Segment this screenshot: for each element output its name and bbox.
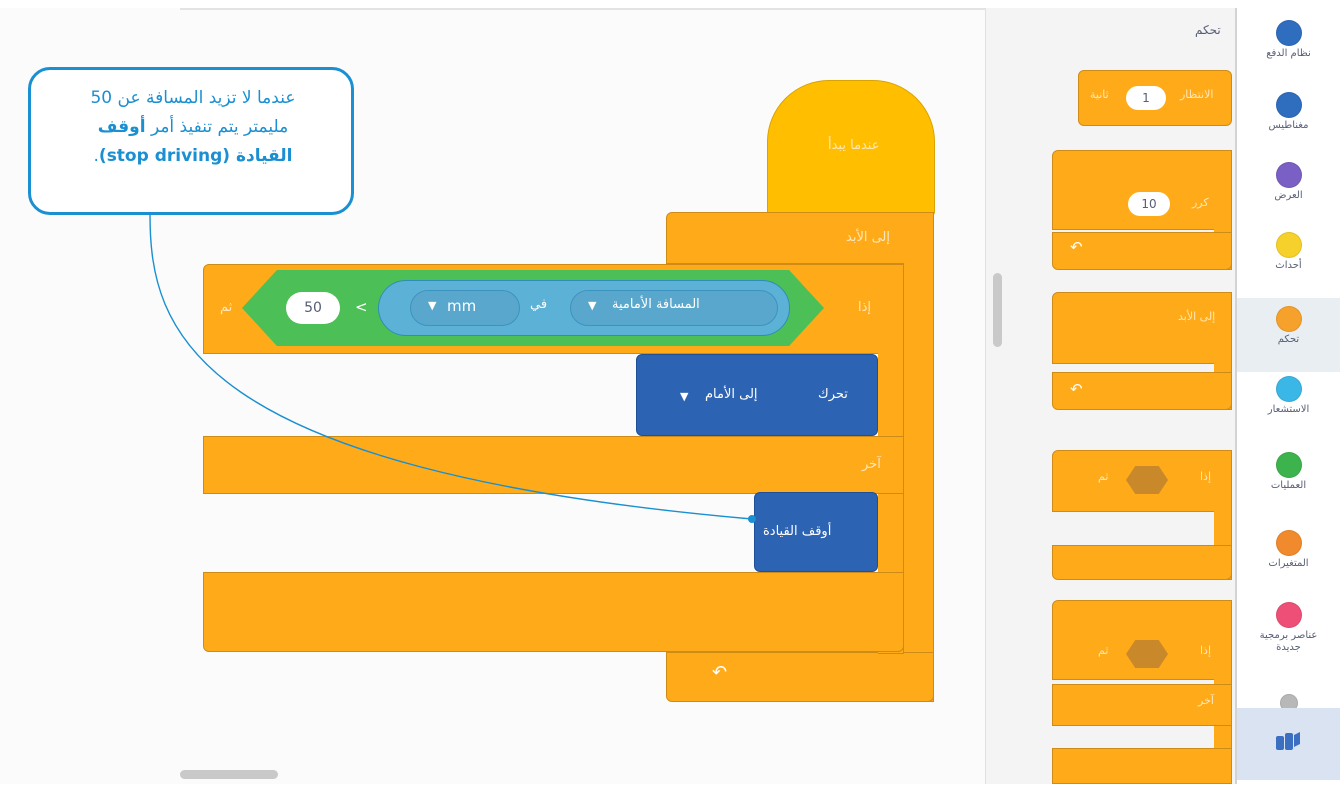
callout-line-2: مليمتر يتم تنفيذ أمر [150,117,289,137]
callout-line-1: عندما لا تزيد المسافة عن 50 [90,88,296,108]
callout-bold-command: أوقف [97,117,146,137]
callout-bold-command-name: القيادة (stop driving) [98,146,293,166]
callout-text: عندما لا تزيد المسافة عن 50 مليمتر يتم ت… [49,84,337,171]
explanation-callout: عندما لا تزيد المسافة عن 50 مليمتر يتم ت… [28,67,354,215]
vexcode-editor: عندما يبدأ إلى الأبد ↶ إذا ثم آخر 50 < ▼… [0,0,1340,788]
